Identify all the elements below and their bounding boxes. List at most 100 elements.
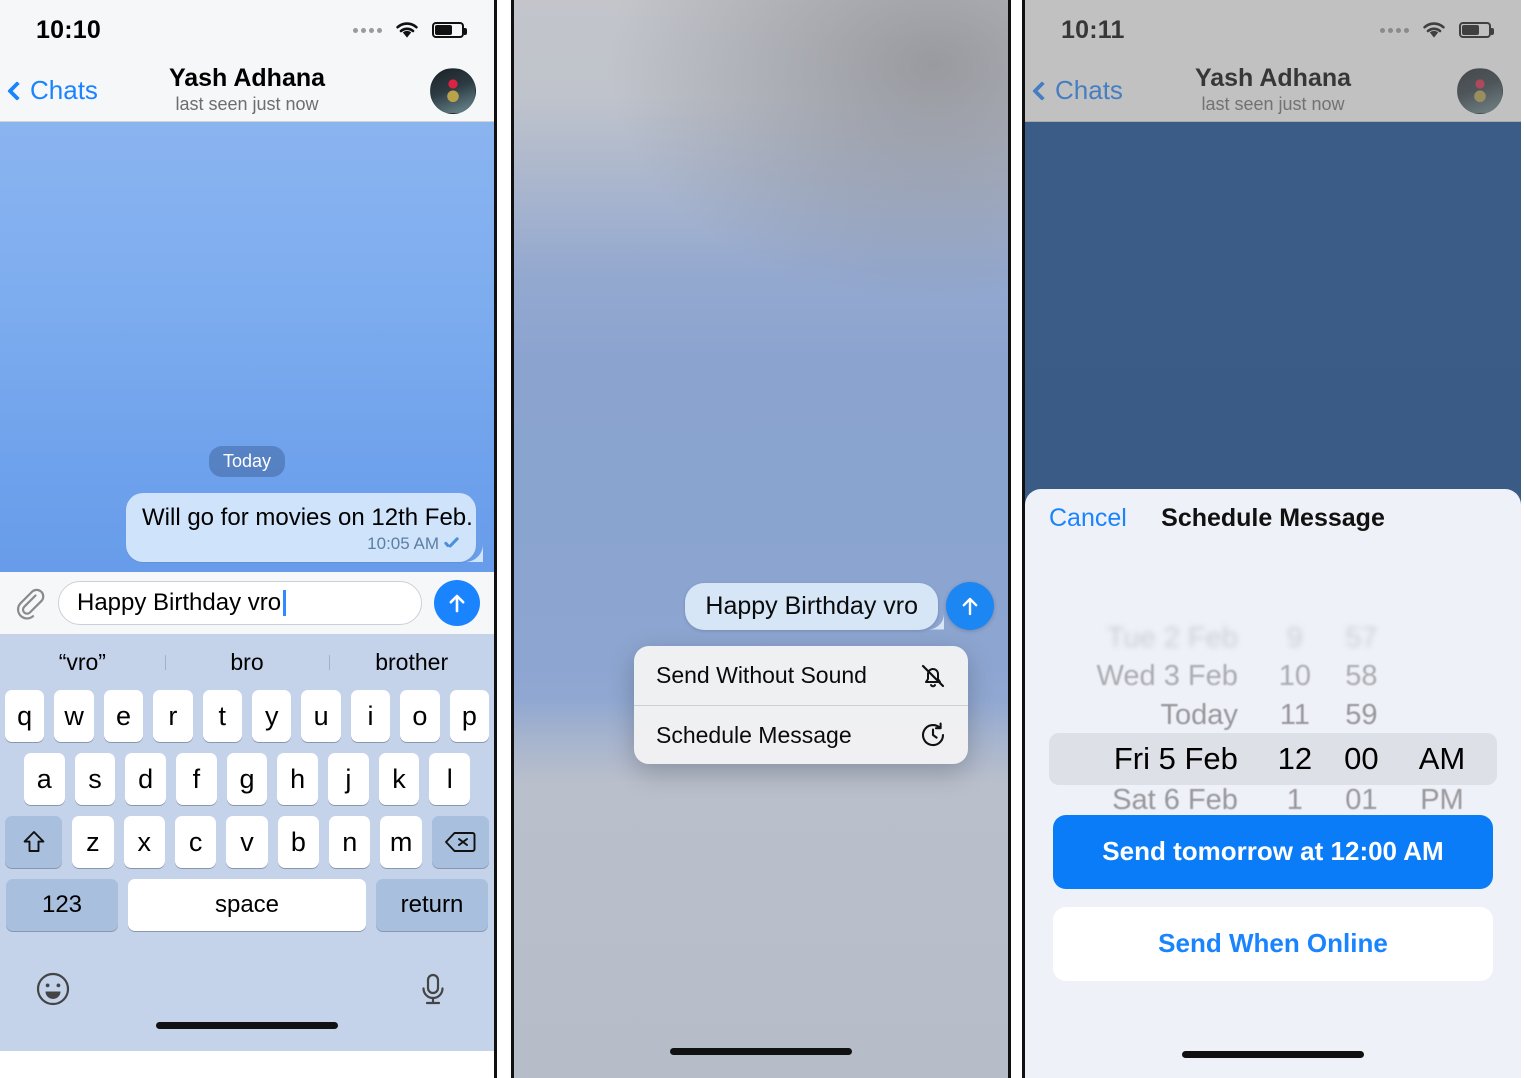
key-b[interactable]: b [277, 816, 320, 868]
key-e[interactable]: e [103, 690, 144, 742]
key-z[interactable]: z [72, 816, 114, 868]
key-c[interactable]: c [174, 816, 217, 868]
key-a[interactable]: a [23, 753, 65, 805]
panel-chat-typing: 10:10 Chats Yash Adhana last seen just n… [0, 0, 497, 1078]
send-tomorrow-button[interactable]: Send tomorrow at 12:00 AM [1053, 814, 1493, 889]
key-y[interactable]: y [252, 690, 292, 742]
three-panel-screenshot: 10:10 Chats Yash Adhana last seen just n… [0, 0, 1524, 1078]
contact-avatar[interactable] [430, 67, 476, 114]
picker-minute: 00 [1344, 740, 1379, 776]
back-label: Chats [1055, 75, 1123, 105]
menu-item-send-without-sound[interactable]: Send Without Sound [634, 646, 968, 705]
sheet-actions: Send tomorrow at 12:00 AM Send When Onli… [1025, 814, 1521, 981]
microphone-icon[interactable] [414, 970, 452, 1008]
status-bar: 10:10 [0, 0, 494, 60]
send-when-online-button[interactable]: Send When Online [1053, 906, 1493, 981]
key-n[interactable]: n [329, 816, 371, 868]
suggestion-bar: “vro” bro brother [0, 634, 494, 690]
backspace-key[interactable] [431, 816, 490, 868]
key-v[interactable]: v [226, 816, 268, 868]
picker-row-2[interactable]: Today 11 59 [1025, 694, 1521, 738]
key-d[interactable]: d [125, 753, 166, 805]
picker-row-1[interactable]: Wed 3 Feb 10 58 [1025, 655, 1521, 699]
picker-date: Today [1160, 699, 1238, 732]
back-label: Chats [30, 75, 98, 105]
status-indicators [353, 20, 467, 40]
status-time: 10:11 [1061, 15, 1125, 44]
picker-hour: 11 [1279, 699, 1310, 732]
key-t[interactable]: t [202, 690, 242, 742]
picker-row-selected[interactable]: Fri 5 Feb 12 00 AM [1025, 737, 1521, 781]
key-w[interactable]: w [54, 690, 94, 742]
key-u[interactable]: u [301, 690, 341, 742]
key-p[interactable]: p [449, 690, 490, 742]
suggestion-2[interactable]: brother [329, 649, 494, 676]
send-button[interactable] [434, 580, 480, 626]
key-j[interactable]: j [328, 753, 369, 805]
arrow-up-icon [449, 594, 465, 613]
key-f[interactable]: f [176, 753, 217, 805]
menu-item-label: Schedule Message [656, 721, 852, 748]
key-g[interactable]: g [226, 753, 268, 805]
send-button[interactable] [946, 582, 994, 630]
keyboard-row-2: a s d f g h j k l [0, 753, 494, 805]
pending-message-bubble: Happy Birthday vro [685, 582, 938, 630]
picker-minute: 59 [1345, 699, 1378, 732]
picker-date: Sat 6 Feb [1112, 784, 1238, 815]
text-caret [283, 590, 286, 616]
bell-slash-icon [918, 661, 948, 691]
paperclip-icon[interactable] [12, 586, 46, 620]
home-indicator [670, 1048, 852, 1055]
key-o[interactable]: o [400, 690, 440, 742]
key-i[interactable]: i [350, 690, 391, 742]
suggestion-0[interactable]: “vro” [0, 649, 165, 676]
chevron-left-icon [1032, 80, 1052, 101]
emoji-smiley-icon[interactable] [34, 970, 72, 1008]
key-s[interactable]: s [74, 753, 116, 805]
key-l[interactable]: l [429, 753, 471, 805]
message-bubble-outgoing[interactable]: Will go for movies on 12th Feb. 10:05 AM [126, 493, 476, 562]
key-r[interactable]: r [153, 690, 193, 742]
key-k[interactable]: k [378, 753, 420, 805]
picker-date: Tue 2 Feb [1106, 622, 1238, 655]
picker-row-4[interactable]: Sat 6 Feb 1 01 PM [1025, 779, 1521, 815]
cancel-button[interactable]: Cancel [1049, 504, 1127, 533]
message-input[interactable]: Happy Birthday vro [58, 581, 422, 625]
picker-hour: 9 [1286, 622, 1303, 655]
contact-avatar[interactable] [1457, 67, 1503, 114]
arrow-up-icon [962, 597, 978, 616]
key-m[interactable]: m [380, 816, 422, 868]
datetime-picker[interactable]: Tue 2 Feb 9 57 Wed 3 Feb 10 58 Today 11 … [1025, 555, 1521, 815]
picker-date: Fri 5 Feb [1113, 740, 1238, 776]
key-h[interactable]: h [277, 753, 319, 805]
schedule-message-sheet: Cancel Schedule Message Tue 2 Feb 9 57 W… [1025, 489, 1521, 1078]
key-q[interactable]: q [4, 690, 45, 742]
read-check-icon [443, 539, 460, 550]
space-key[interactable]: space [128, 879, 366, 931]
menu-item-schedule-message[interactable]: Schedule Message [634, 705, 968, 764]
panel-send-options-menu: Happy Birthday vro Send Without Sound Sc… [511, 0, 1011, 1078]
panel-schedule-message-sheet: 10:11 Chats Yash Adhana last seen just n… [1022, 0, 1521, 1078]
wifi-icon [1420, 20, 1448, 40]
keyboard-row-1: q w e r t y u i o p [0, 690, 494, 742]
numbers-key[interactable]: 123 [6, 879, 118, 931]
send-options-context-menu: Send Without Sound Schedule Message [634, 646, 968, 764]
picker-minute: 01 [1345, 784, 1378, 815]
return-key[interactable]: return [376, 879, 488, 931]
picker-minute: 57 [1345, 622, 1378, 655]
message-text: Will go for movies on 12th Feb. [142, 504, 473, 532]
chevron-left-icon [7, 80, 27, 101]
keyboard-row-3: z x c v b n m [0, 816, 494, 868]
key-x[interactable]: x [123, 816, 165, 868]
sheet-bottom [1025, 981, 1521, 1078]
message-input-bar: Happy Birthday vro [0, 572, 494, 634]
day-separator: Today [208, 446, 286, 478]
back-to-chats-button[interactable]: Chats [7, 75, 98, 106]
pending-message-row: Happy Birthday vro [514, 582, 1008, 630]
keyboard-bottom-tray [0, 948, 494, 1051]
battery-icon [1459, 22, 1494, 38]
back-to-chats-button[interactable]: Chats [1032, 75, 1123, 106]
shift-key[interactable] [4, 816, 63, 868]
suggestion-1[interactable]: bro [164, 649, 330, 676]
status-time: 10:10 [36, 15, 101, 44]
